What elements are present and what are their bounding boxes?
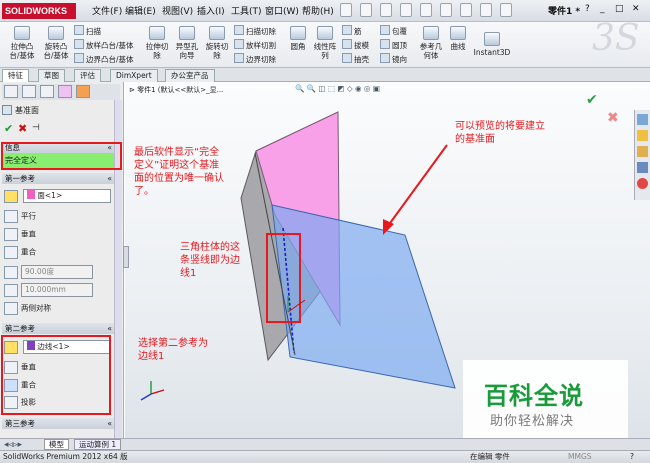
annotation-arrow	[384, 144, 448, 231]
tab-motion-study[interactable]: 运动算例 1	[74, 439, 122, 450]
annotation-fully-defined: 最后软件显示“完全 定义”证明这个基准 面的位置为唯一确认 了。	[134, 147, 224, 197]
status-bar: SolidWorks Premium 2012 x64 版 在编辑 零件 MMG…	[0, 450, 650, 463]
annotation-preview-plane: 可以预览的将要建立 的基准面	[455, 121, 545, 145]
help-icon[interactable]: ?	[630, 451, 634, 463]
status-units[interactable]: MMGS	[568, 451, 592, 463]
status-product: SolidWorks Premium 2012 x64 版	[3, 452, 128, 461]
annotation-second-reference: 选择第二参考为 边线1	[138, 338, 208, 362]
tab-nav-arrows[interactable]: ◂◃▹▸	[4, 440, 22, 450]
tab-model[interactable]: 模型	[44, 439, 69, 450]
watermark-title: 百科全说	[484, 382, 584, 410]
triad-z-axis	[140, 393, 152, 401]
status-mode: 在编辑 零件	[470, 452, 510, 461]
triad-x-axis	[150, 389, 165, 395]
model-tabs-bar: ◂◃▹▸ 模型 运动算例 1	[0, 438, 650, 450]
watermark-subtitle: 助你轻松解决	[490, 414, 575, 429]
annotation-edge-line: 三角柱体的这 条竖线即为边 线1	[180, 242, 240, 279]
